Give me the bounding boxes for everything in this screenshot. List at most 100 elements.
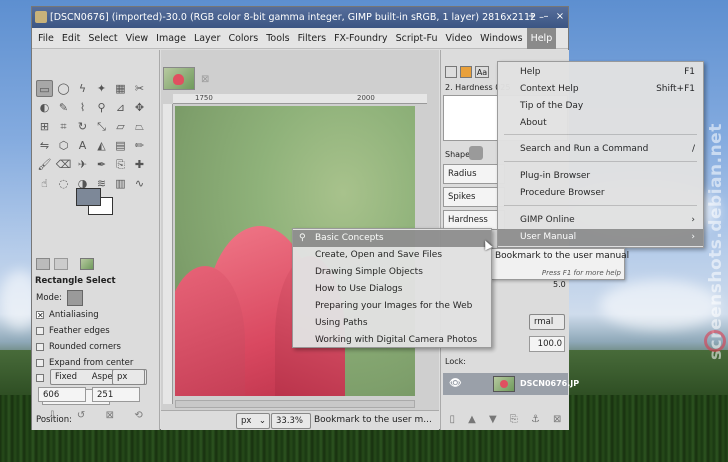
manual-drawing-objects[interactable]: Drawing Simple Objects [293, 264, 491, 281]
measure-tool-icon[interactable]: ⊿ [112, 99, 129, 116]
opacity-field[interactable]: 100.0 [529, 336, 565, 352]
fuzzy-select-tool-icon[interactable]: ✦ [93, 80, 110, 97]
layer-row[interactable]: 👁 DSCN0676.JP [443, 373, 579, 395]
context-help-item[interactable]: Context Help Shift+F1 [498, 81, 703, 98]
manual-web-images[interactable]: Preparing your Images for the Web [293, 298, 491, 315]
anchor-layer-icon[interactable]: ⚓ [531, 414, 540, 428]
airbrush-tool-icon[interactable]: ✈ [74, 156, 91, 173]
images-tab-icon[interactable] [80, 258, 94, 270]
crop-tool-icon[interactable]: ⌗ [55, 118, 72, 135]
scissors-tool-icon[interactable]: ✂ [131, 80, 148, 97]
spikes-field[interactable]: Spikes [443, 187, 505, 207]
position-unit-combo[interactable]: px [112, 369, 145, 385]
reset-options-icon[interactable]: ⟲ [134, 410, 142, 424]
dock-tab-fonts-icon[interactable]: Aa [475, 66, 489, 78]
manual-basic-concepts[interactable]: ⚲ Basic Concepts [293, 230, 491, 247]
hardness-field[interactable]: Hardness [443, 210, 505, 230]
paths-tool-icon[interactable]: ✎ [55, 99, 72, 116]
rounded-checkbox[interactable] [36, 343, 44, 351]
manual-dialogs[interactable]: How to Use Dialogs [293, 281, 491, 298]
expand-option[interactable]: Expand from center [36, 358, 133, 368]
menu-view[interactable]: View [122, 28, 153, 49]
fixed-option[interactable] [36, 374, 44, 382]
levels-tool-icon[interactable]: ▥ [112, 175, 129, 192]
about-item[interactable]: About [498, 115, 703, 132]
menu-help[interactable]: Help [526, 27, 557, 49]
minimize-button[interactable]: – [540, 11, 552, 23]
mode-replace-button[interactable] [67, 290, 84, 306]
foreground-select-tool-icon[interactable]: ◐ [36, 99, 53, 116]
gimp-online-item[interactable]: GIMP Online › [498, 212, 703, 229]
position-x-field[interactable]: 606 [38, 387, 86, 402]
menu-file[interactable]: File [34, 28, 58, 49]
color-select-tool-icon[interactable]: ▦ [112, 80, 129, 97]
menu-select[interactable]: Select [84, 28, 121, 49]
flip-tool-icon[interactable]: ⇋ [36, 137, 53, 154]
menu-video[interactable]: Video [442, 28, 477, 49]
move-tool-icon[interactable]: ✥ [131, 99, 148, 116]
color-picker-tool-icon[interactable]: ⌇ [74, 99, 91, 116]
eraser-tool-icon[interactable]: ⌫ [55, 156, 72, 173]
menu-image[interactable]: Image [152, 28, 190, 49]
shear-tool-icon[interactable]: ▱ [112, 118, 129, 135]
menu-script-fu[interactable]: Script-Fu [392, 28, 442, 49]
align-tool-icon[interactable]: ⊞ [36, 118, 53, 135]
free-select-tool-icon[interactable]: ϟ [74, 80, 91, 97]
antialiasing-checkbox[interactable]: ✕ [36, 311, 44, 320]
menu-tools[interactable]: Tools [262, 28, 293, 49]
unit-combo[interactable]: px ⌄ [236, 413, 270, 429]
ellipse-select-tool-icon[interactable]: ◯ [55, 80, 72, 97]
paintbrush-tool-icon[interactable]: 🖌 [36, 156, 53, 173]
save-preset-icon[interactable]: ⇩ [48, 410, 56, 424]
text-tool-icon[interactable]: A [74, 137, 91, 154]
manual-paths[interactable]: Using Paths [293, 315, 491, 332]
manual-create-open-save[interactable]: Create, Open and Save Files [293, 247, 491, 264]
menu-fx-foundry[interactable]: FX-Foundry [330, 28, 391, 49]
fixed-checkbox[interactable] [36, 374, 44, 382]
help-item[interactable]: Help F1 [498, 64, 703, 81]
horizontal-scrollbar[interactable] [175, 400, 415, 408]
blur-tool-icon[interactable]: ◌ [55, 175, 72, 192]
user-manual-item[interactable]: User Manual › [498, 229, 703, 246]
zoom-combo[interactable]: 33.3% [271, 413, 311, 429]
heal-tool-icon[interactable]: ✚ [131, 156, 148, 173]
rotate-tool-icon[interactable]: ↻ [74, 118, 91, 135]
lower-layer-icon[interactable]: ▼ [489, 414, 497, 428]
device-status-tab-icon[interactable] [54, 258, 68, 270]
rounded-option[interactable]: Rounded corners [36, 342, 121, 352]
delete-preset-icon[interactable]: ⊠ [106, 410, 114, 424]
perspective-tool-icon[interactable]: ⏢ [131, 118, 148, 135]
tool-options-tab-icon[interactable] [36, 258, 50, 270]
feather-option[interactable]: Feather edges [36, 326, 110, 336]
title-bar[interactable]: [DSCN0676] (imported)-30.0 (RGB color 8-… [32, 7, 568, 28]
scale-tool-icon[interactable]: ⤡ [93, 118, 110, 135]
shape-circle-button[interactable] [469, 146, 483, 160]
pencil-tool-icon[interactable]: ✏ [131, 137, 148, 154]
ink-tool-icon[interactable]: ✒ [93, 156, 110, 173]
close-button[interactable]: × [554, 11, 566, 23]
search-command-item[interactable]: Search and Run a Command / [498, 141, 703, 158]
tip-of-the-day-item[interactable]: Tip of the Day [498, 98, 703, 115]
delete-layer-icon[interactable]: ⊠ [553, 414, 561, 428]
menu-colors[interactable]: Colors [224, 28, 262, 49]
eye-icon[interactable]: 👁 [449, 373, 462, 395]
maximize-button[interactable]: + [526, 11, 538, 23]
raise-layer-icon[interactable]: ▲ [468, 414, 476, 428]
new-layer-icon[interactable]: ▯ [450, 414, 456, 428]
dock-tab-brushes-icon[interactable] [445, 66, 457, 78]
blend-tool-icon[interactable]: ▤ [112, 137, 129, 154]
image-tab-thumbnail[interactable] [163, 67, 195, 90]
rect-select-tool-icon[interactable]: ▭ [36, 80, 53, 97]
manual-camera-photos[interactable]: Working with Digital Camera Photos [293, 332, 491, 349]
curves-tool-icon[interactable]: ∿ [131, 175, 148, 192]
plugin-browser-item[interactable]: Plug-in Browser [498, 168, 703, 185]
restore-preset-icon[interactable]: ↺ [77, 410, 85, 424]
dock-tab-patterns-icon[interactable] [460, 66, 472, 78]
foreground-color[interactable] [76, 188, 101, 206]
menu-edit[interactable]: Edit [58, 28, 84, 49]
antialiasing-option[interactable]: ✕ Antialiasing [36, 310, 99, 320]
cage-tool-icon[interactable]: ⬡ [55, 137, 72, 154]
smudge-tool-icon[interactable]: ☝ [36, 175, 53, 192]
feather-checkbox[interactable] [36, 327, 44, 335]
duplicate-layer-icon[interactable]: ⎘ [510, 414, 518, 428]
